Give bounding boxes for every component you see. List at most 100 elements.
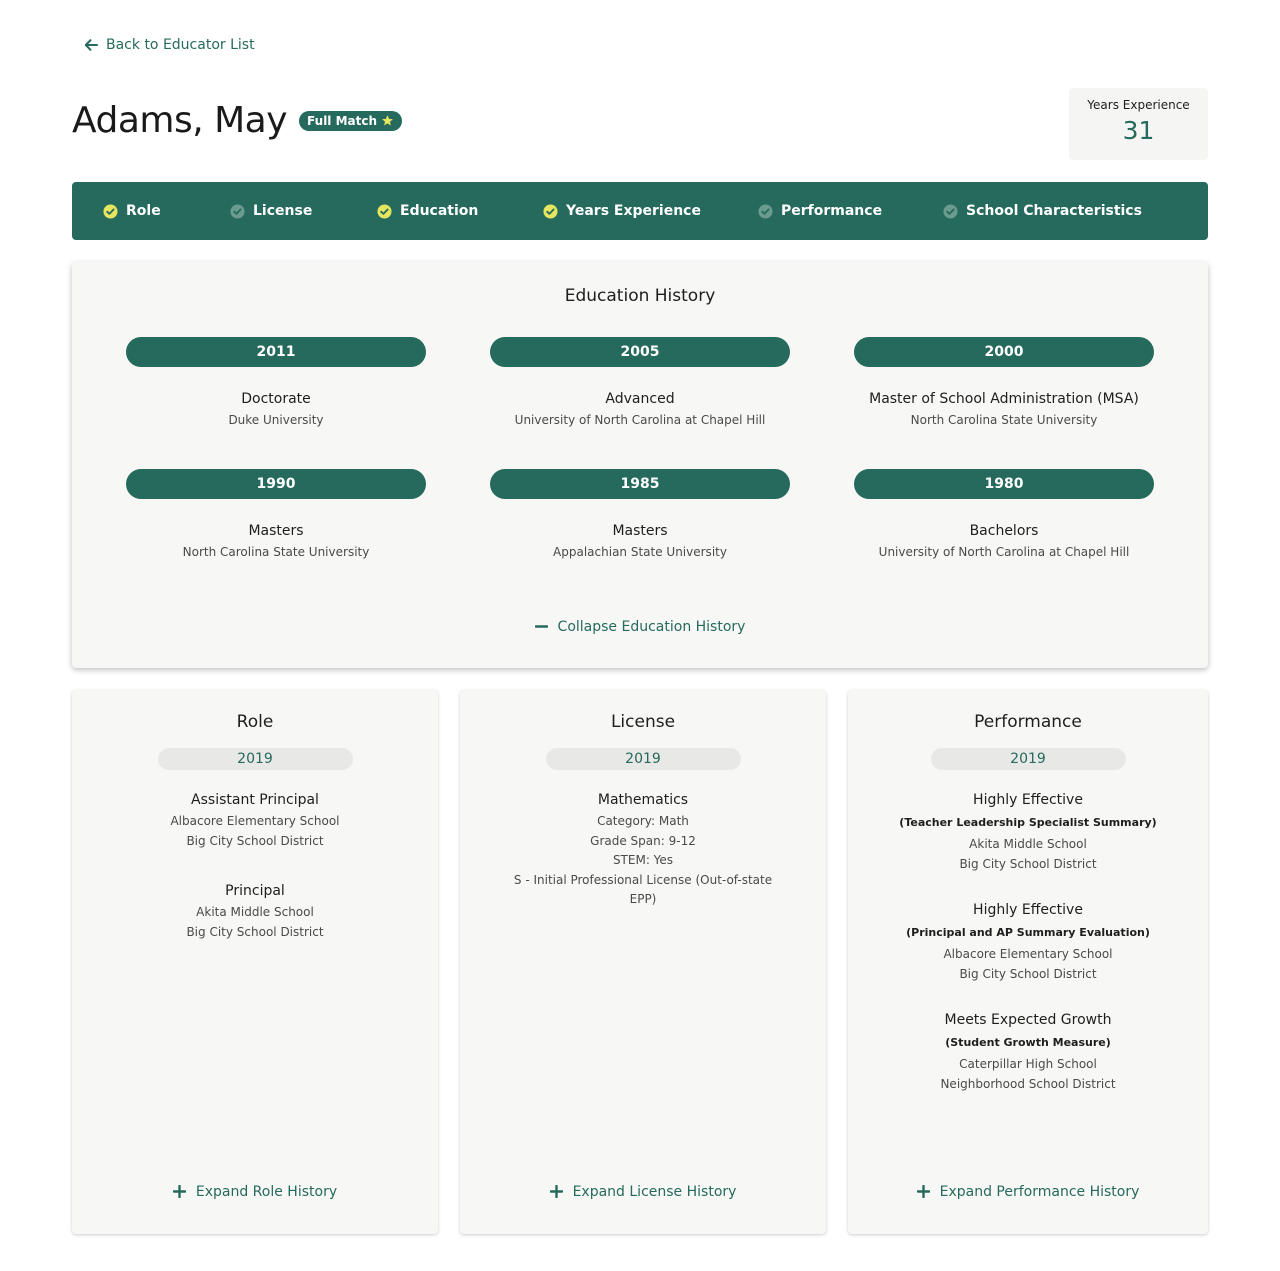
check-circle-icon: [103, 203, 118, 219]
role-record: Principal Akita Middle School Big City S…: [72, 883, 438, 942]
match-badge-label: Full Match: [307, 113, 378, 128]
plus-icon: [916, 1185, 930, 1198]
star-icon: [382, 115, 393, 126]
evaluation-type: (Principal and AP Summary Evaluation): [906, 926, 1150, 939]
education-collapse-row: Collapse Education History: [72, 618, 1208, 637]
performance-records: Highly Effective (Teacher Leadership Spe…: [848, 792, 1208, 1094]
education-entry: 1990 Masters North Carolina State Univer…: [126, 469, 426, 559]
school-name: University of North Carolina at Chapel H…: [514, 413, 766, 427]
district-name: Big City School District: [959, 856, 1097, 871]
education-entry: 2011 Doctorate Duke University: [126, 337, 426, 427]
license-card: License 2019 Mathematics Category: Math …: [460, 690, 826, 1234]
school-name: Akita Middle School: [969, 837, 1087, 851]
school-name: Akita Middle School: [196, 905, 314, 919]
performance-year-pill: 2019: [930, 748, 1126, 770]
school-name: Duke University: [228, 413, 324, 427]
school-name: Albacore Elementary School: [943, 947, 1113, 961]
performance-rating: Meets Expected Growth: [944, 1012, 1112, 1028]
educator-header: Adams, May Full Match: [72, 100, 403, 141]
page-title: Adams, May: [72, 100, 288, 141]
criteria-education[interactable]: Education: [377, 182, 478, 240]
role-records: Assistant Principal Albacore Elementary …: [72, 792, 438, 942]
role-title: Assistant Principal: [191, 792, 319, 808]
criteria-label: Performance: [781, 203, 883, 219]
role-card: Role 2019 Assistant Principal Albacore E…: [72, 690, 438, 1234]
performance-expand-row: Expand Performance History: [848, 1183, 1208, 1202]
check-circle-icon: [758, 203, 773, 219]
year-pill: 2000: [854, 337, 1154, 367]
degree-name: Master of School Administration (MSA): [869, 391, 1139, 407]
education-entry: 1980 Bachelors University of North Carol…: [854, 469, 1154, 559]
check-circle-icon: [377, 203, 392, 219]
expand-role-label: Expand Role History: [195, 1183, 338, 1200]
performance-record: Highly Effective (Principal and AP Summa…: [848, 902, 1208, 984]
school-name: Caterpillar High School: [959, 1057, 1097, 1071]
license-stem: STEM: Yes: [612, 853, 674, 867]
criteria-license[interactable]: License: [230, 182, 312, 240]
license-title: Mathematics: [597, 792, 689, 808]
role-card-title: Role: [236, 712, 274, 732]
criteria-label: License: [253, 203, 313, 219]
check-circle-icon: [543, 203, 558, 219]
district-name: Big City School District: [186, 833, 324, 848]
performance-card: Performance 2019 Highly Effective (Teach…: [848, 690, 1208, 1234]
years-experience-box: Years Experience 31: [1069, 88, 1208, 160]
match-badge: Full Match: [299, 110, 403, 131]
minus-icon: [534, 625, 548, 628]
school-name: North Carolina State University: [182, 545, 370, 559]
license-type: S - Initial Professional License (Out-of…: [513, 872, 773, 887]
school-name: North Carolina State University: [910, 413, 1098, 427]
years-experience-label: Years Experience: [1087, 98, 1190, 112]
role-year-pill: 2019: [157, 748, 353, 770]
education-entry: 1985 Masters Appalachian State Universit…: [490, 469, 790, 559]
collapse-education-history-link[interactable]: Collapse Education History: [534, 618, 746, 635]
check-circle-icon: [230, 203, 245, 219]
school-name: Albacore Elementary School: [170, 814, 340, 828]
year-pill: 2005: [490, 337, 790, 367]
degree-name: Bachelors: [969, 523, 1039, 539]
license-expand-row: Expand License History: [460, 1183, 826, 1202]
year-pill: 2011: [126, 337, 426, 367]
expand-license-history-link[interactable]: Expand License History: [549, 1183, 737, 1200]
plus-icon: [172, 1185, 186, 1198]
back-to-list-link[interactable]: Back to Educator List: [84, 37, 255, 53]
role-title: Principal: [225, 883, 285, 899]
license-records: Mathematics Category: Math Grade Span: 9…: [460, 792, 826, 910]
education-entry: 2005 Advanced University of North Caroli…: [490, 337, 790, 427]
collapse-education-label: Collapse Education History: [557, 618, 746, 635]
expand-performance-history-link[interactable]: Expand Performance History: [916, 1183, 1140, 1200]
criteria-label: Years Experience: [566, 203, 701, 219]
education-history-title: Education History: [564, 286, 716, 306]
criteria-school-characteristics[interactable]: School Characteristics: [943, 182, 1142, 240]
district-name: Big City School District: [959, 966, 1097, 981]
criteria-label: School Characteristics: [966, 203, 1142, 219]
criteria-performance[interactable]: Performance: [758, 182, 882, 240]
role-record: Assistant Principal Albacore Elementary …: [72, 792, 438, 851]
criteria-role[interactable]: Role: [103, 182, 161, 240]
performance-card-title: Performance: [974, 712, 1082, 732]
school-name: University of North Carolina at Chapel H…: [878, 545, 1130, 559]
license-year-pill: 2019: [545, 748, 741, 770]
license-card-title: License: [610, 712, 676, 732]
expand-performance-label: Expand Performance History: [939, 1183, 1140, 1200]
license-type-continued: EPP): [629, 892, 657, 906]
license-record: Mathematics Category: Math Grade Span: 9…: [460, 792, 826, 910]
criteria-years-experience[interactable]: Years Experience: [543, 182, 701, 240]
license-grade-span: Grade Span: 9-12: [590, 833, 696, 848]
criteria-label: Role: [126, 203, 161, 219]
arrow-left-icon: [84, 39, 98, 51]
year-pill: 1980: [854, 469, 1154, 499]
performance-record: Highly Effective (Teacher Leadership Spe…: [848, 792, 1208, 874]
performance-rating: Highly Effective: [973, 792, 1083, 808]
year-pill: 1990: [126, 469, 426, 499]
degree-name: Advanced: [605, 391, 675, 407]
years-experience-value: 31: [1122, 116, 1155, 145]
performance-record: Meets Expected Growth (Student Growth Me…: [848, 1012, 1208, 1094]
degree-name: Doctorate: [241, 391, 311, 407]
year-pill: 1985: [490, 469, 790, 499]
district-name: Neighborhood School District: [940, 1076, 1116, 1091]
expand-role-history-link[interactable]: Expand Role History: [172, 1183, 338, 1200]
check-circle-icon: [943, 203, 958, 219]
expand-license-label: Expand License History: [572, 1183, 737, 1200]
plus-icon: [549, 1185, 563, 1198]
